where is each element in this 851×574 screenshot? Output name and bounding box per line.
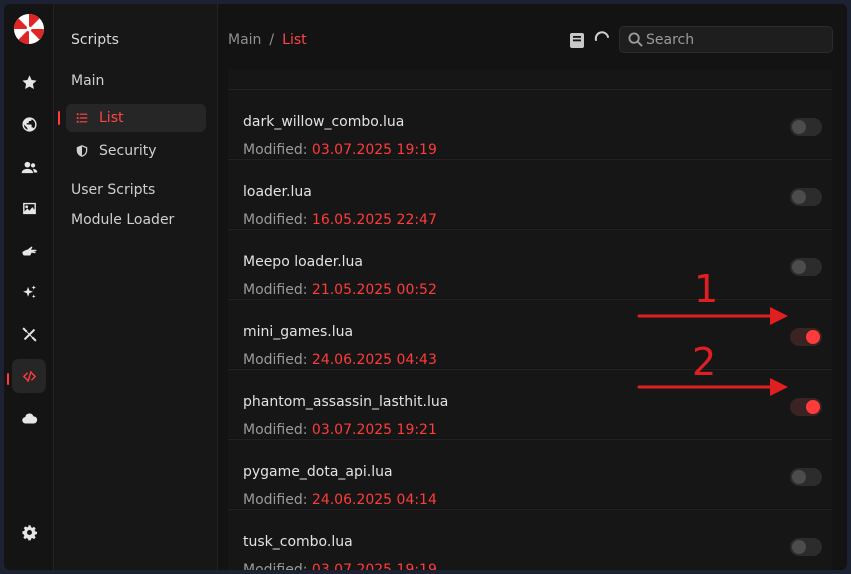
tools-icon bbox=[21, 326, 37, 342]
list-item[interactable]: pygame_dota_api.lua Modified: 24.06.2025… bbox=[228, 439, 832, 508]
modified-date: 21.05.2025 00:52 bbox=[311, 282, 437, 298]
toggle-knob bbox=[792, 470, 806, 484]
sub-navigation: Scripts Main List Security User Scripts … bbox=[55, 4, 218, 570]
cloud-icon bbox=[21, 413, 37, 423]
toggle-knob bbox=[792, 120, 806, 134]
code-icon bbox=[22, 370, 36, 382]
list-item[interactable]: Meepo loader.lua Modified: 21.05.2025 00… bbox=[228, 229, 832, 298]
modified-label: Modified: bbox=[243, 282, 308, 298]
modified-date: 24.06.2025 04:43 bbox=[311, 352, 437, 368]
nav-item-module-loader[interactable]: Module Loader bbox=[71, 212, 174, 228]
nav-item-security[interactable]: Security bbox=[66, 137, 206, 165]
favorites-button[interactable] bbox=[12, 65, 46, 99]
toggle-knob bbox=[792, 540, 806, 554]
nav-item-security-label: Security bbox=[99, 143, 157, 159]
script-modified: Modified: 24.06.2025 04:43 bbox=[243, 352, 437, 368]
book-icon[interactable] bbox=[570, 33, 584, 48]
users-icon bbox=[21, 161, 37, 173]
rail-active-marker bbox=[7, 373, 9, 385]
search-icon bbox=[628, 32, 643, 47]
script-toggle[interactable] bbox=[790, 328, 822, 346]
list-item[interactable]: mini_games.lua Modified: 24.06.2025 04:4… bbox=[228, 299, 832, 368]
modified-label: Modified: bbox=[243, 352, 308, 368]
sparkle-icon bbox=[22, 284, 36, 298]
script-toggle[interactable] bbox=[790, 468, 822, 486]
script-list: dark_willow_combo.lua Modified: 03.07.20… bbox=[228, 70, 832, 570]
script-name: mini_games.lua bbox=[243, 324, 354, 340]
breadcrumb-main[interactable]: Main bbox=[228, 32, 261, 48]
modified-date: 16.05.2025 22:47 bbox=[311, 212, 437, 228]
modified-date: 03.07.2025 19:19 bbox=[311, 562, 437, 570]
script-toggle[interactable] bbox=[790, 398, 822, 416]
modified-label: Modified: bbox=[243, 212, 308, 228]
loading-spinner-icon bbox=[594, 31, 609, 41]
modified-date: 03.07.2025 19:21 bbox=[311, 422, 437, 438]
nav-item-list-label: List bbox=[99, 110, 124, 126]
modified-date: 24.06.2025 04:14 bbox=[311, 492, 437, 508]
list-item[interactable]: loader.lua Modified: 16.05.2025 22:47 bbox=[228, 159, 832, 228]
gear-icon bbox=[21, 524, 37, 540]
scripts-button[interactable] bbox=[12, 359, 46, 393]
breadcrumb: Main / List bbox=[228, 32, 307, 48]
sidebar-title: Scripts bbox=[71, 32, 119, 48]
images-button[interactable] bbox=[12, 191, 46, 225]
list-icon bbox=[76, 113, 88, 123]
header: Main / List bbox=[218, 4, 847, 70]
modified-label: Modified: bbox=[243, 422, 308, 438]
shield-icon bbox=[76, 145, 88, 157]
script-modified: Modified: 21.05.2025 00:52 bbox=[243, 282, 437, 298]
umbrella-logo-icon bbox=[14, 14, 44, 44]
modified-label: Modified: bbox=[243, 562, 308, 570]
script-toggle[interactable] bbox=[790, 118, 822, 136]
script-toggle[interactable] bbox=[790, 258, 822, 276]
modified-label: Modified: bbox=[243, 492, 308, 508]
script-name: dark_willow_combo.lua bbox=[243, 114, 405, 130]
script-name: pygame_dota_api.lua bbox=[243, 464, 393, 480]
cloud-button[interactable] bbox=[12, 401, 46, 435]
icon-rail bbox=[4, 4, 54, 570]
script-modified: Modified: 03.07.2025 19:19 bbox=[243, 562, 437, 570]
list-item[interactable]: dark_willow_combo.lua Modified: 03.07.20… bbox=[228, 89, 832, 158]
tools-button[interactable] bbox=[12, 317, 46, 351]
script-name: Meepo loader.lua bbox=[243, 254, 364, 270]
script-name: tusk_combo.lua bbox=[243, 534, 353, 550]
app-window: Scripts Main List Security User Scripts … bbox=[4, 4, 847, 570]
script-modified: Modified: 03.07.2025 19:21 bbox=[243, 422, 437, 438]
hand-button[interactable] bbox=[12, 233, 46, 267]
list-item bbox=[228, 70, 832, 89]
toggle-knob bbox=[792, 260, 806, 274]
globe-button[interactable] bbox=[12, 107, 46, 141]
script-toggle[interactable] bbox=[790, 538, 822, 556]
star-icon bbox=[21, 74, 37, 89]
script-modified: Modified: 16.05.2025 22:47 bbox=[243, 212, 437, 228]
script-modified: Modified: 24.06.2025 04:14 bbox=[243, 492, 437, 508]
modified-label: Modified: bbox=[243, 142, 308, 158]
script-name: phantom_assassin_lasthit.lua bbox=[243, 394, 449, 410]
script-name: loader.lua bbox=[243, 184, 312, 200]
list-item[interactable]: tusk_combo.lua Modified: 03.07.2025 19:1… bbox=[228, 509, 832, 570]
script-toggle[interactable] bbox=[790, 188, 822, 206]
modified-date: 03.07.2025 19:19 bbox=[311, 142, 437, 158]
toggle-knob bbox=[806, 400, 820, 414]
list-item[interactable]: phantom_assassin_lasthit.lua Modified: 0… bbox=[228, 369, 832, 438]
search-box[interactable] bbox=[619, 26, 833, 53]
script-modified: Modified: 03.07.2025 19:19 bbox=[243, 142, 437, 158]
nav-item-user-scripts[interactable]: User Scripts bbox=[71, 182, 155, 198]
search-input[interactable] bbox=[646, 30, 826, 49]
breadcrumb-current: List bbox=[282, 32, 307, 48]
sparkle-button[interactable] bbox=[12, 275, 46, 309]
globe-icon bbox=[21, 116, 37, 132]
toggle-knob bbox=[792, 190, 806, 204]
nav-item-main[interactable]: Main bbox=[71, 73, 104, 89]
toggle-knob bbox=[806, 330, 820, 344]
settings-button[interactable] bbox=[12, 515, 46, 549]
hand-icon bbox=[21, 246, 36, 255]
breadcrumb-separator: / bbox=[269, 32, 275, 48]
main-panel: Main / List dark_willow_combo.lua Modified… bbox=[218, 4, 847, 570]
users-button[interactable] bbox=[12, 150, 46, 184]
image-icon bbox=[22, 202, 36, 214]
nav-active-marker bbox=[58, 111, 60, 125]
nav-item-list[interactable]: List bbox=[66, 104, 206, 132]
